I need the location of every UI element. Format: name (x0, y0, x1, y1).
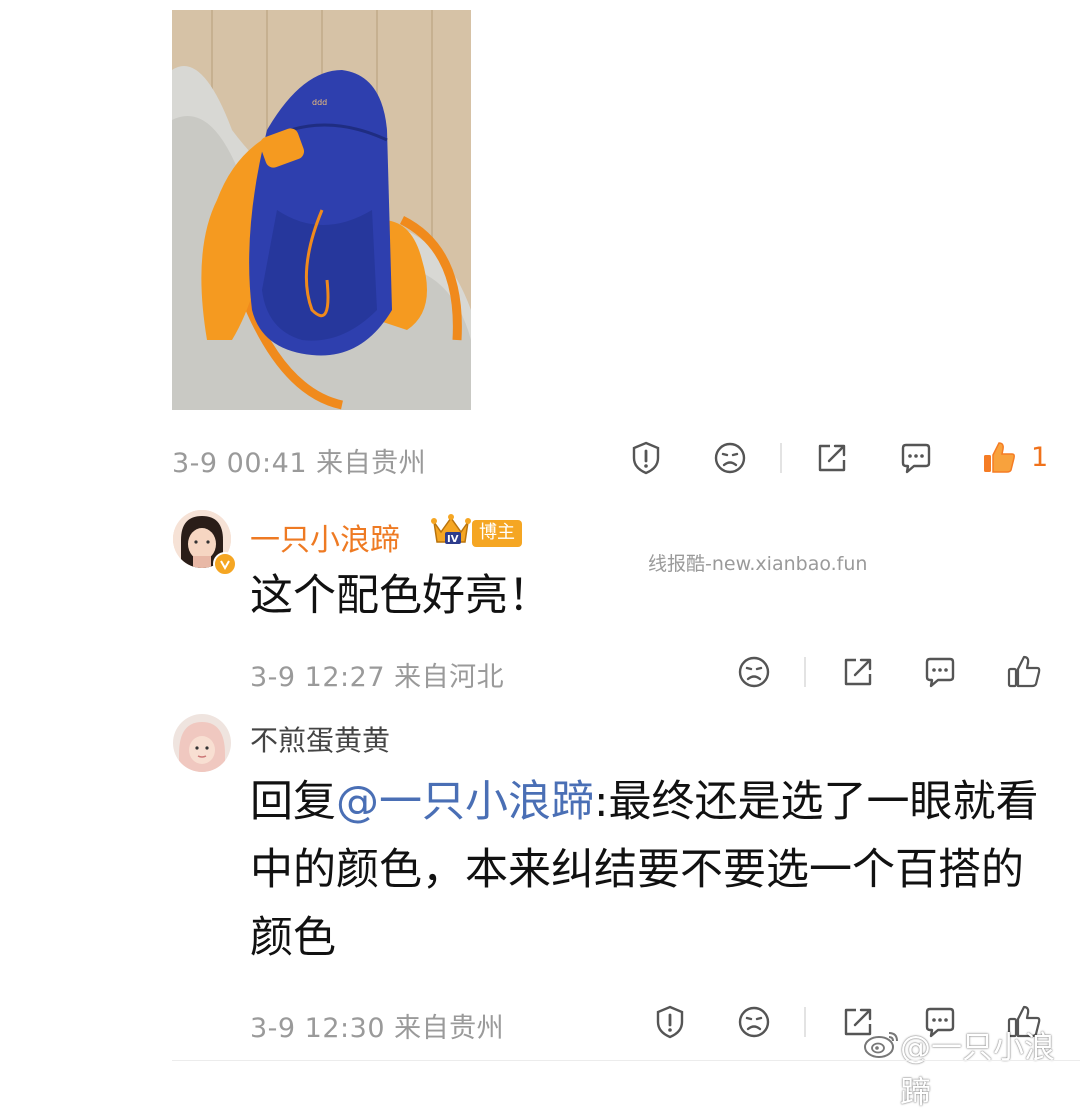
post-timestamp-location: 3-9 00:41 来自贵州 (172, 448, 427, 479)
like-icon[interactable] (1004, 652, 1044, 692)
comment-timestamp-location: 3-9 12:30 来自贵州 (250, 1013, 505, 1044)
comment-text: 这个配色好亮！ (250, 571, 551, 621)
divider (780, 443, 782, 473)
backpack-image: ddd (172, 10, 471, 410)
comment-icon[interactable] (920, 652, 960, 692)
site-watermark: 线报酷-new.xianbao.fun (648, 553, 868, 575)
report-icon[interactable] (626, 438, 666, 478)
reply-prefix: 回复 (250, 777, 336, 827)
comment-timestamp-location: 3-9 12:27 来自河北 (250, 662, 505, 693)
avatar[interactable] (173, 714, 231, 772)
dislike-face-icon[interactable] (734, 652, 774, 692)
like-icon-active[interactable] (979, 438, 1019, 478)
mention-link[interactable]: @一只小浪蹄 (336, 777, 594, 827)
vip-crown-icon: IV (430, 512, 472, 548)
comment-text: 回复@一只小浪蹄:最终还是选了一眼就看中的颜色，本来纠结要不要选一个百搭的颜色 (250, 768, 1040, 972)
share-icon[interactable] (838, 652, 878, 692)
comment-username[interactable]: 一只小浪蹄 (250, 515, 400, 559)
dislike-face-icon[interactable] (710, 438, 750, 478)
report-icon[interactable] (650, 1002, 690, 1042)
weibo-watermark: @一只小浪蹄 (900, 1030, 1055, 1111)
author-badge: 博主 (472, 520, 522, 547)
comment-icon[interactable] (896, 438, 936, 478)
comment-username[interactable]: 不煎蛋黄黄 (250, 719, 390, 759)
svg-text:IV: IV (447, 534, 459, 545)
divider (804, 657, 806, 687)
share-icon[interactable] (812, 438, 852, 478)
weibo-logo-icon (862, 1028, 902, 1060)
like-count: 1 (1031, 442, 1049, 473)
dislike-face-icon[interactable] (734, 1002, 774, 1042)
svg-text:ddd: ddd (312, 98, 327, 107)
divider (804, 1007, 806, 1037)
post-photo[interactable]: ddd (172, 10, 471, 410)
divider (172, 1060, 1080, 1061)
verified-badge-icon (213, 552, 237, 576)
